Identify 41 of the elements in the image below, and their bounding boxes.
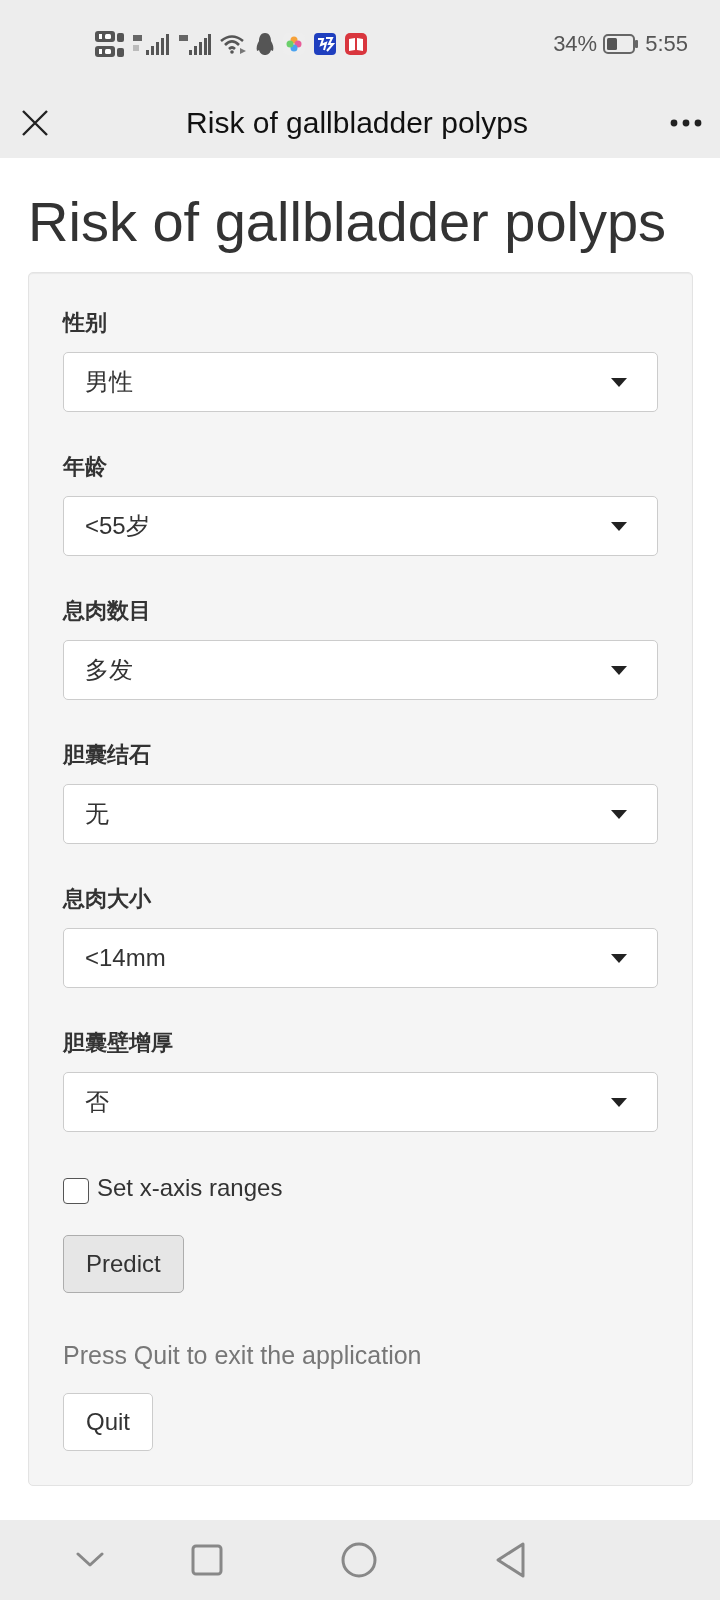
clock-time: 5:55 (645, 31, 688, 57)
select-field[interactable]: 否 (63, 1072, 658, 1132)
checkbox[interactable] (63, 1178, 89, 1204)
window-title: Risk of gallbladder polyps (185, 106, 529, 140)
signal-icon (133, 33, 169, 55)
caret-icon (611, 953, 627, 963)
checkbox-label[interactable]: Set x-axis ranges (97, 1174, 283, 1202)
chevron-down-icon[interactable] (76, 1552, 104, 1568)
hint-text: Press Quit to exit the application (63, 1341, 423, 1369)
battery-icon (603, 34, 640, 54)
penguin-icon (255, 32, 275, 56)
field-label: 息肉大小 (63, 885, 152, 913)
signal-icon (179, 33, 211, 55)
field-label: 胆囊结石 (63, 741, 152, 769)
select-field[interactable]: 多发 (63, 640, 658, 700)
select-field[interactable]: 无 (63, 784, 658, 844)
caret-icon (611, 665, 627, 675)
close-icon[interactable] (22, 110, 48, 136)
book-app-icon (345, 33, 367, 55)
page-heading: Risk of gallbladder polyps (28, 191, 668, 253)
app-tile-icon (314, 33, 336, 55)
back-icon[interactable] (496, 1542, 526, 1578)
caret-icon (611, 521, 627, 531)
field-label: 年龄 (63, 453, 108, 481)
select-field[interactable]: 男性 (63, 352, 658, 412)
select-field[interactable]: <14mm (63, 928, 658, 988)
field-label: 息肉数目 (63, 597, 152, 625)
sim-card-icon (95, 29, 125, 59)
more-icon[interactable] (670, 119, 702, 127)
field-label: 胆囊壁增厚 (63, 1029, 174, 1057)
battery-percent: 34% (553, 31, 598, 57)
predict-button[interactable]: Predict (63, 1235, 184, 1293)
quit-button[interactable]: Quit (63, 1393, 153, 1451)
home-icon[interactable] (341, 1542, 377, 1578)
caret-icon (611, 1097, 627, 1107)
select-field[interactable]: <55岁 (63, 496, 658, 556)
wifi-icon (219, 34, 247, 54)
caret-icon (611, 809, 627, 819)
field-label: 性别 (63, 309, 108, 337)
recent-apps-icon[interactable] (191, 1544, 223, 1576)
caret-icon (611, 377, 627, 387)
